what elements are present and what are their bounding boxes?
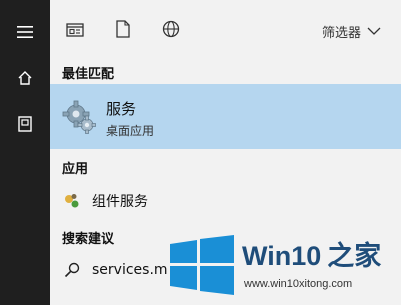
search-icon xyxy=(62,260,82,280)
left-rail xyxy=(0,0,50,305)
documents-button[interactable] xyxy=(0,108,50,144)
apps-filter-button[interactable] xyxy=(64,20,86,42)
suggestion-label: services.m xyxy=(92,262,168,278)
menu-button[interactable] xyxy=(0,14,50,50)
watermark-url: www.win10xitong.com xyxy=(244,278,353,290)
document-icon xyxy=(116,20,130,42)
filter-bar: 筛选器 xyxy=(50,0,401,58)
documents-icon xyxy=(18,116,32,136)
list-item-label: 组件服务 xyxy=(92,194,148,210)
best-match-subtitle: 桌面应用 xyxy=(106,124,155,138)
gear-icon xyxy=(62,100,96,134)
watermark-brand-suffix: 之家 xyxy=(327,241,382,271)
home-button[interactable] xyxy=(0,62,50,98)
web-icon xyxy=(162,20,180,42)
component-services-icon xyxy=(62,191,82,211)
best-match-heading: 最佳匹配 xyxy=(62,67,115,82)
suggestions-heading: 搜索建议 xyxy=(62,232,115,247)
best-match-title: 服务 xyxy=(106,100,137,118)
windows-logo xyxy=(170,235,234,299)
web-filter-button[interactable] xyxy=(160,20,182,42)
home-icon xyxy=(17,70,33,90)
hamburger-icon xyxy=(17,23,33,42)
filter-label: 筛选器 xyxy=(321,25,361,41)
watermark-brand-prefix: Win10 xyxy=(242,241,322,271)
filter-dropdown[interactable]: 筛选器 xyxy=(322,20,381,42)
chevron-down-icon xyxy=(367,24,381,39)
documents-filter-button[interactable] xyxy=(112,20,134,42)
best-match-result[interactable]: 服务 桌面应用 xyxy=(50,84,401,149)
apps-icon xyxy=(66,22,84,41)
list-item[interactable]: 组件服务 xyxy=(50,186,401,216)
watermark-brand: Win10 之家 xyxy=(242,234,381,273)
apps-heading: 应用 xyxy=(62,162,89,177)
watermark: Win10 之家 www.win10xitong.com xyxy=(168,232,401,305)
